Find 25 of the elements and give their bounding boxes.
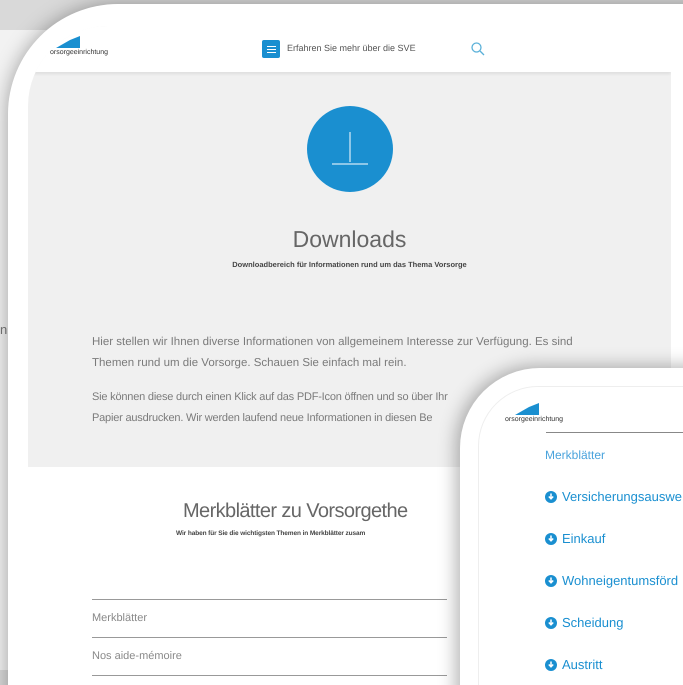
download-link[interactable]: Scheidung <box>545 614 683 632</box>
download-icon <box>545 490 557 502</box>
logo-icon <box>515 403 539 415</box>
search-icon[interactable] <box>470 42 485 56</box>
download-icon <box>306 106 392 192</box>
menu-heading: Merkblätter <box>545 446 606 464</box>
download-icon <box>545 616 557 628</box>
download-link[interactable]: Einkauf <box>545 530 683 548</box>
logo-icon <box>56 36 80 48</box>
list-row[interactable]: Nos aide-mémoire <box>92 638 447 676</box>
section-title: Merkblätter zu Vorsorgethe <box>183 501 408 521</box>
menu-icon <box>262 40 280 58</box>
cut-text: n <box>0 321 8 340</box>
intro-paragraph: Papier ausdrucken. Wir werden laufend neue Informationen in diesen Be <box>92 411 432 426</box>
list-row[interactable]: Merkblätter <box>92 600 447 638</box>
intro-paragraph: Hier stellen wir Ihnen diverse Informationen von allgemeinem Interesse zur Verfügung. Es sind Themen rund um die Vorsorge. Schauen Sie einfach mal rein. <box>92 335 574 372</box>
intro-paragraph: Sie können diese durch einen Klick auf das PDF-Icon öffnen und so über Ihr <box>92 390 448 406</box>
page-title: Downloads <box>292 228 406 251</box>
menu-button[interactable]: Erfahren Sie mehr über die SVE <box>262 40 416 58</box>
download-link[interactable]: Austritt <box>545 656 683 674</box>
download-icon <box>545 658 557 670</box>
download-link[interactable]: Versicherungsauswe <box>545 488 683 506</box>
download-icon <box>545 574 557 586</box>
download-link[interactable]: Wohneigentumsförd <box>545 572 683 590</box>
download-icon <box>545 532 557 544</box>
